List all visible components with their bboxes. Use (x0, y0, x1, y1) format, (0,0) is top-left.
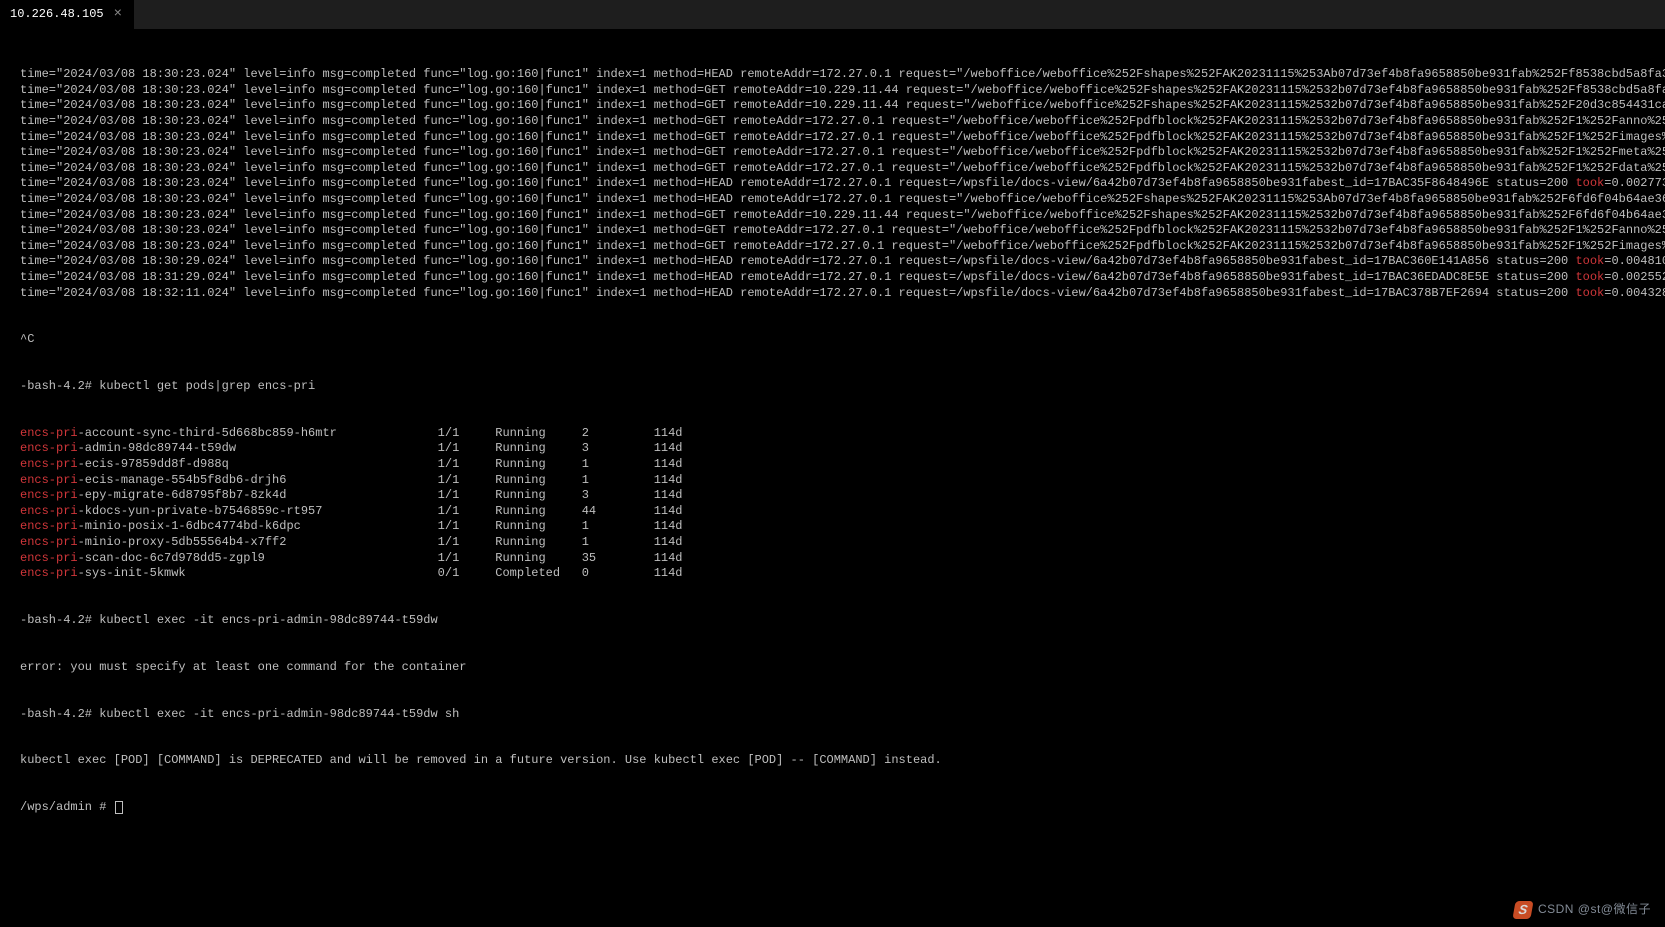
table-row: encs-pri-ecis-manage-554b5f8db6-drjh6 1/… (20, 473, 1659, 489)
took-keyword: took (1575, 176, 1604, 190)
log-area: time="2024/03/08 18:30:23.024" level=inf… (20, 67, 1659, 301)
table-row: encs-pri-minio-proxy-5db55564b4-x7ff2 1/… (20, 535, 1659, 551)
pod-prefix: encs-pri (20, 551, 78, 565)
log-line: time="2024/03/08 18:30:23.024" level=inf… (20, 176, 1659, 192)
pod-prefix: encs-pri (20, 457, 78, 471)
ctrl-c: ^C (20, 332, 1659, 348)
log-line: time="2024/03/08 18:30:23.024" level=inf… (20, 192, 1659, 208)
table-row: encs-pri-account-sync-third-5d668bc859-h… (20, 426, 1659, 442)
log-line: time="2024/03/08 18:30:23.024" level=inf… (20, 208, 1659, 224)
log-line: time="2024/03/08 18:30:23.024" level=inf… (20, 223, 1659, 239)
log-line: time="2024/03/08 18:30:23.024" level=inf… (20, 114, 1659, 130)
deprecation-warning: kubectl exec [POD] [COMMAND] is DEPRECAT… (20, 753, 1659, 769)
pod-prefix: encs-pri (20, 535, 78, 549)
log-line: time="2024/03/08 18:31:29.024" level=inf… (20, 270, 1659, 286)
took-keyword: took (1575, 270, 1604, 284)
log-line: time="2024/03/08 18:30:23.024" level=inf… (20, 83, 1659, 99)
log-line: time="2024/03/08 18:32:11.024" level=inf… (20, 286, 1659, 302)
pod-prefix: encs-pri (20, 426, 78, 440)
log-line: time="2024/03/08 18:30:23.024" level=inf… (20, 98, 1659, 114)
cursor-icon (115, 801, 123, 814)
cmd-exec-2: -bash-4.2# kubectl exec -it encs-pri-adm… (20, 707, 1659, 723)
exec-error: error: you must specify at least one com… (20, 660, 1659, 676)
pod-prefix: encs-pri (20, 441, 78, 455)
watermark: S CSDN @st@微信子 (1514, 901, 1651, 919)
log-line: time="2024/03/08 18:30:29.024" level=inf… (20, 254, 1659, 270)
terminal-output[interactable]: time="2024/03/08 18:30:23.024" level=inf… (0, 30, 1665, 837)
inner-prompt: /wps/admin # (20, 800, 1659, 816)
csdn-logo-icon: S (1512, 901, 1533, 919)
table-row: encs-pri-ecis-97859dd8f-d988q 1/1 Runnin… (20, 457, 1659, 473)
pod-prefix: encs-pri (20, 519, 78, 533)
ssh-tab[interactable]: 10.226.48.105 × (0, 0, 134, 29)
took-keyword: took (1575, 286, 1604, 300)
took-keyword: took (1575, 254, 1604, 268)
table-row: encs-pri-kdocs-yun-private-b7546859c-rt9… (20, 504, 1659, 520)
table-row: encs-pri-scan-doc-6c7d978dd5-zgpl9 1/1 R… (20, 551, 1659, 567)
table-row: encs-pri-epy-migrate-6d8795f8b7-8zk4d 1/… (20, 488, 1659, 504)
log-line: time="2024/03/08 18:30:23.024" level=inf… (20, 67, 1659, 83)
cmd-get-pods: -bash-4.2# kubectl get pods|grep encs-pr… (20, 379, 1659, 395)
pod-prefix: encs-pri (20, 566, 78, 580)
log-line: time="2024/03/08 18:30:23.024" level=inf… (20, 239, 1659, 255)
close-icon[interactable]: × (112, 5, 124, 23)
pods-table: encs-pri-account-sync-third-5d668bc859-h… (20, 426, 1659, 582)
tab-label: 10.226.48.105 (10, 7, 104, 23)
cmd-exec-1: -bash-4.2# kubectl exec -it encs-pri-adm… (20, 613, 1659, 629)
log-line: time="2024/03/08 18:30:23.024" level=inf… (20, 161, 1659, 177)
pod-prefix: encs-pri (20, 504, 78, 518)
log-line: time="2024/03/08 18:30:23.024" level=inf… (20, 130, 1659, 146)
watermark-text: CSDN @st@微信子 (1538, 902, 1651, 918)
log-line: time="2024/03/08 18:30:23.024" level=inf… (20, 145, 1659, 161)
table-row: encs-pri-admin-98dc89744-t59dw 1/1 Runni… (20, 441, 1659, 457)
table-row: encs-pri-sys-init-5kmwk 0/1 Completed 0 … (20, 566, 1659, 582)
table-row: encs-pri-minio-posix-1-6dbc4774bd-k6dpc … (20, 519, 1659, 535)
pod-prefix: encs-pri (20, 488, 78, 502)
pod-prefix: encs-pri (20, 473, 78, 487)
tab-bar: 10.226.48.105 × (0, 0, 1665, 30)
